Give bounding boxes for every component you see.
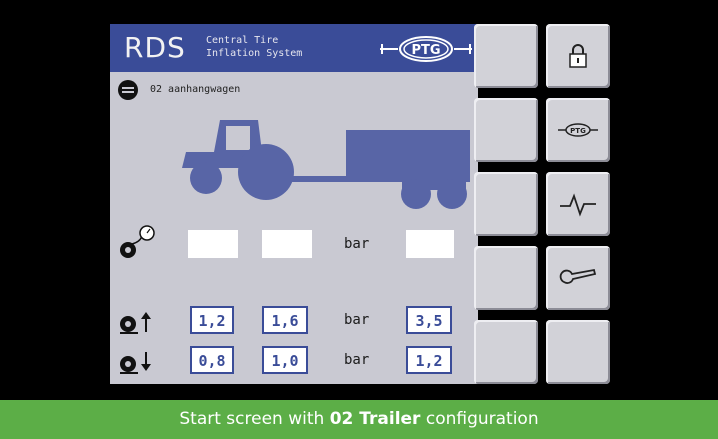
upper-limit-3[interactable]: 3,5	[406, 306, 452, 334]
brand-subtitle: Central Tire Inflation System	[206, 34, 302, 60]
lower-limit-unit: bar	[344, 352, 370, 368]
ptg-logo-icon: PTG	[558, 123, 598, 137]
softkey-9[interactable]	[474, 320, 538, 384]
current-pressure-2	[262, 230, 312, 258]
header-bar: RDS Central Tire Inflation System PTG	[110, 24, 478, 72]
caption-prefix: Start screen with	[179, 409, 330, 429]
softkey-wrench[interactable]	[546, 246, 610, 310]
softkey-ptg[interactable]: PTG	[546, 98, 610, 162]
current-pressure-1	[188, 230, 238, 258]
caption-bold: 02 Trailer	[329, 409, 421, 429]
softkey-10[interactable]	[546, 320, 610, 384]
upper-limit-unit: bar	[344, 312, 370, 328]
configuration-name: 02 aanhangwagen	[150, 84, 241, 95]
ptg-logo: PTG	[380, 36, 472, 62]
brand-title: RDS	[124, 31, 186, 64]
softkey-3[interactable]	[474, 98, 538, 162]
lower-limit-icon	[120, 352, 151, 374]
pressure-gauge-icon	[120, 225, 155, 258]
upper-limit-icon	[120, 312, 151, 334]
softkey-7[interactable]	[474, 246, 538, 310]
terminal-screen: RDS Central Tire Inflation System PTG 02…	[14, 8, 704, 400]
softkey-pulse[interactable]	[546, 172, 610, 236]
main-display: RDS Central Tire Inflation System PTG 02…	[110, 24, 478, 384]
configuration-icon[interactable]	[118, 80, 138, 100]
lower-limit-1[interactable]: 0,8	[190, 346, 234, 374]
ptg-key-text: PTG	[570, 127, 586, 135]
wrench-icon	[559, 268, 597, 284]
softkey-5[interactable]	[474, 172, 538, 236]
upper-limit-1[interactable]: 1,2	[190, 306, 234, 334]
softkey-lock[interactable]	[546, 24, 610, 88]
upper-limit-2[interactable]: 1,6	[262, 306, 308, 334]
lower-limit-2[interactable]: 1,0	[262, 346, 308, 374]
lower-limit-3[interactable]: 1,2	[406, 346, 452, 374]
logo-text: PTG	[411, 43, 440, 58]
caption-suffix: configuration	[420, 409, 539, 429]
current-pressure-unit: bar	[344, 236, 370, 252]
subtitle-line-1: Central Tire	[206, 35, 279, 46]
lock-icon	[569, 44, 587, 68]
tractor-trailer-icon	[182, 120, 470, 209]
current-pressure-3	[406, 230, 454, 258]
softkey-1[interactable]	[474, 24, 538, 88]
subtitle-line-2: Inflation System	[206, 48, 303, 59]
pulse-icon	[560, 193, 596, 217]
figure-caption: Start screen with 02 Trailer configurati…	[0, 400, 718, 439]
